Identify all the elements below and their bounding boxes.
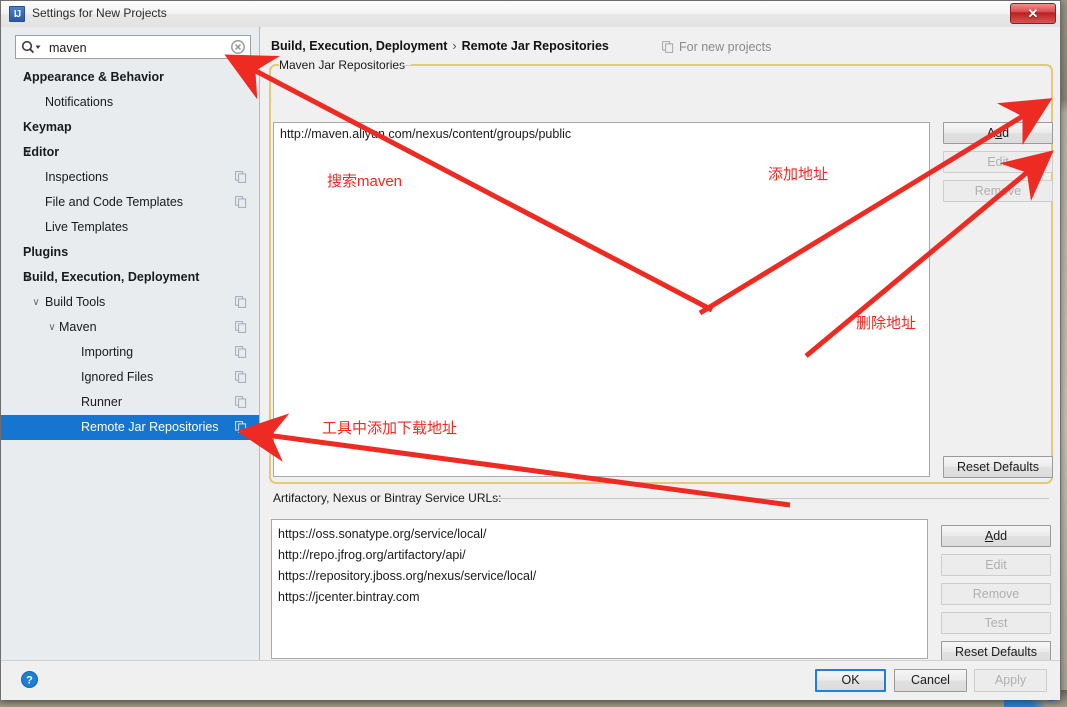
sidebar-item-file-and-code-templates[interactable]: File and Code Templates	[1, 190, 259, 215]
copy-icon	[235, 396, 247, 408]
sidebar-item-importing[interactable]: Importing	[1, 340, 259, 365]
sidebar-item-label: Inspections	[45, 170, 109, 184]
urls-add-button[interactable]: Add	[941, 525, 1051, 547]
copy-icon	[235, 196, 247, 208]
maven-remove-button: Remove	[943, 180, 1053, 202]
sidebar-item-live-templates[interactable]: Live Templates	[1, 215, 259, 240]
service-urls-divider	[495, 498, 1049, 499]
sidebar-item-label: Live Templates	[45, 220, 129, 234]
service-url-list-item[interactable]: https://oss.sonatype.org/service/local/	[272, 523, 927, 544]
sidebar-item-build-execution-deployment[interactable]: ∨ Build, Execution, Deployment	[1, 265, 259, 290]
sidebar-item-label: Ignored Files	[81, 370, 154, 384]
copy-icon	[235, 296, 247, 308]
copy-icon	[235, 371, 247, 383]
chevron-down-icon[interactable]: ∨	[45, 315, 59, 340]
scope-label: For new projects	[679, 40, 772, 54]
scope-indicator: For new projects	[662, 40, 771, 54]
group-title-divider	[401, 65, 1051, 66]
maven-jar-repositories-group: Maven Jar Repositories http://maven.aliy…	[269, 58, 1053, 484]
breadcrumb-separator-icon: ›	[452, 39, 457, 53]
service-url-list-item[interactable]: https://repository.jboss.org/nexus/servi…	[272, 565, 927, 586]
urls-test-button: Test	[941, 612, 1051, 634]
sidebar-item-keymap[interactable]: Keymap	[1, 115, 259, 140]
sidebar-item-label: Importing	[81, 345, 134, 359]
sidebar-item-maven[interactable]: ∨ Maven	[1, 315, 259, 340]
help-question-icon[interactable]: ?	[21, 671, 38, 688]
cancel-button[interactable]: Cancel	[894, 669, 967, 692]
svg-text:?: ?	[26, 675, 33, 687]
sidebar-item-label: Plugins	[23, 245, 69, 259]
close-icon: ✕	[1027, 6, 1039, 21]
sidebar-item-label: Editor	[23, 145, 60, 159]
sidebar-item-editor[interactable]: ∨ Editor	[1, 140, 259, 165]
copy-icon	[235, 171, 247, 183]
sidebar-item-runner[interactable]: Runner	[1, 390, 259, 415]
service-url-list-item[interactable]: http://repo.jfrog.org/artifactory/api/	[272, 544, 927, 565]
maven-edit-button: Edit	[943, 151, 1053, 173]
copy-icon	[235, 421, 247, 433]
repository-list-item[interactable]: http://maven.aliyun.com/nexus/content/gr…	[274, 123, 929, 144]
dialog-content: ∨Appearance & BehaviorNotificationsKeyma…	[1, 27, 1060, 663]
close-button[interactable]: ✕	[1010, 3, 1056, 24]
sidebar-item-label: Appearance & Behavior	[23, 70, 165, 84]
sidebar-item-build-tools[interactable]: ∨ Build Tools	[1, 290, 259, 315]
urls-remove-button: Remove	[941, 583, 1051, 605]
sidebar-item-label: Runner	[81, 395, 122, 409]
search-input[interactable]	[47, 36, 229, 60]
copy-icon	[662, 41, 674, 53]
service-urls-list[interactable]: https://oss.sonatype.org/service/local/h…	[271, 519, 928, 659]
clear-search-icon[interactable]	[231, 40, 245, 54]
sidebar-item-plugins[interactable]: Plugins	[1, 240, 259, 265]
sidebar-item-label: Notifications	[45, 95, 114, 109]
urls-edit-button: Edit	[941, 554, 1051, 576]
intellij-idea-icon: IJ	[9, 6, 25, 22]
service-url-list-item[interactable]: https://jcenter.bintray.com	[272, 586, 927, 607]
sidebar-item-appearance-behavior[interactable]: ∨ Appearance & Behavior	[1, 65, 259, 90]
sidebar-item-remote-jar-repositories[interactable]: Remote Jar Repositories	[1, 415, 259, 440]
sidebar-item-label: Maven	[59, 320, 97, 334]
service-urls-group: Artifactory, Nexus or Bintray Service UR…	[269, 491, 1053, 663]
breadcrumb-root[interactable]: Build, Execution, Deployment	[271, 39, 447, 53]
chevron-down-icon[interactable]: ∨	[29, 290, 43, 315]
maven-add-button[interactable]: Add	[943, 122, 1053, 144]
settings-dialog: IJ Settings for New Projects ✕ maven ∨ A…	[0, 0, 1061, 700]
maven-reset-defaults-button[interactable]: Reset Defaults	[943, 456, 1053, 478]
search-box[interactable]	[15, 35, 251, 60]
sidebar-item-label: Remote Jar Repositories	[81, 420, 219, 434]
sidebar-item-label: Keymap	[23, 120, 72, 134]
maven-repository-list[interactable]: http://maven.aliyun.com/nexus/content/gr…	[273, 122, 930, 477]
dialog-footer: ? OK Cancel Apply	[1, 660, 1060, 700]
search-icon[interactable]	[21, 40, 43, 54]
copy-icon	[235, 346, 247, 358]
copy-icon	[235, 321, 247, 333]
window-title: Settings for New Projects	[32, 6, 167, 20]
sidebar-item-label: Build Tools	[45, 295, 106, 309]
settings-sidebar: ∨Appearance & BehaviorNotificationsKeyma…	[1, 27, 260, 660]
apply-button: Apply	[974, 669, 1047, 692]
sidebar-item-ignored-files[interactable]: Ignored Files	[1, 365, 259, 390]
sidebar-item-inspections[interactable]: Inspections	[1, 165, 259, 190]
sidebar-item-notifications[interactable]: Notifications	[1, 90, 259, 115]
maven-group-title: Maven Jar Repositories	[279, 58, 412, 72]
breadcrumb-leaf: Remote Jar Repositories	[461, 39, 609, 53]
sidebar-item-label: File and Code Templates	[45, 195, 184, 209]
sidebar-item-label: Build, Execution, Deployment	[23, 270, 200, 284]
title-bar: IJ Settings for New Projects ✕	[1, 1, 1060, 28]
settings-detail-pane: Build, Execution, Deployment › Remote Jar …	[261, 27, 1060, 663]
settings-tree: ∨ Appearance & Behavior Notifications Keyma…	[1, 65, 259, 440]
ok-button[interactable]: OK	[815, 669, 886, 692]
service-urls-title: Artifactory, Nexus or Bintray Service UR…	[273, 491, 508, 505]
breadcrumb: Build, Execution, Deployment › Remote Jar …	[271, 39, 609, 53]
